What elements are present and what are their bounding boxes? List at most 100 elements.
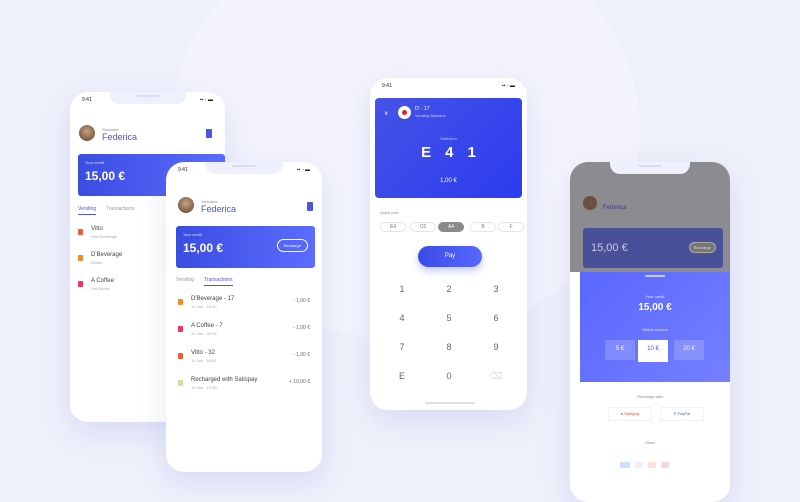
price: 1,00 € (440, 178, 457, 184)
item-sub: Vitto Beverage (91, 234, 118, 239)
quick-chip-selected[interactable]: A4 (438, 222, 464, 232)
transaction-row[interactable]: Vitto - 32 11 Jan · 18:02 - 1,00 € (178, 350, 310, 372)
status-time: 9:41 (178, 167, 188, 173)
wallet-icon[interactable] (307, 202, 313, 211)
balance-label: Your credit (183, 232, 202, 237)
keypad-key[interactable]: E (392, 371, 412, 381)
selection-code: E41 (375, 144, 522, 161)
transaction-date: 10 Jan · 12:00 (191, 385, 217, 390)
transaction-date: 12 Jan · 09:15 (191, 331, 217, 336)
machine-name: D' - 17 (415, 106, 430, 112)
user-name: Federica (201, 204, 237, 214)
keypad-key[interactable]: 1 (392, 284, 412, 294)
balance-amount: 15,00 € (591, 242, 628, 254)
balance-card: Your credit 15,00 € Recharge (176, 226, 315, 268)
pay-button[interactable]: Pay (418, 246, 482, 267)
dimmed-card: 15,00 € Recharge (583, 228, 723, 268)
method-name: PayPal (677, 411, 691, 416)
method-label: Recharge with (637, 394, 663, 399)
other-label: Other (644, 440, 655, 445)
machine-logo (398, 106, 411, 119)
transaction-icon (178, 380, 183, 386)
item-title: D'Beverage (91, 252, 123, 258)
transaction-amount: - 1,00 € (293, 352, 310, 358)
pay-header: ∨ D' - 17 Vending Machine Selection E41 … (375, 98, 522, 198)
transaction-row[interactable]: D'Beverage - 17 12 Jan · 10:20 - 1,00 € (178, 296, 310, 318)
method-name: Satispay (624, 411, 640, 416)
transaction-icon (178, 353, 183, 359)
user-name: Federica (603, 205, 627, 211)
home-indicator (425, 402, 475, 404)
code-digit: 1 (467, 144, 476, 161)
phone-recharge: Federica 15,00 € Recharge Your credit 15… (570, 162, 730, 502)
balance-amount: 15,00 € (183, 241, 224, 255)
amount-option-selected[interactable]: 10 € (638, 340, 668, 362)
transaction-amount: + 10,00 € (289, 379, 310, 385)
transaction-amount: - 1,00 € (293, 298, 310, 304)
transaction-title: Recharged with Satispay (191, 377, 258, 383)
user-name: Federica (102, 132, 138, 142)
balance-label: Your credit (85, 160, 104, 165)
keypad-key[interactable]: 9 (486, 342, 506, 352)
item-sub: Hot Drinks (91, 286, 110, 291)
code-digit: E (421, 144, 432, 161)
keypad-key[interactable]: 5 (439, 313, 459, 323)
avatar (178, 197, 194, 213)
keypad-key[interactable]: 4 (392, 313, 412, 323)
tab-transactions[interactable]: Transactions (204, 277, 233, 286)
selection-label: Selection (440, 136, 457, 141)
status-time: 9:41 (82, 97, 92, 103)
satispay-button[interactable]: ● Satispay (608, 407, 652, 421)
balance-amount: 15,00 € (85, 169, 126, 183)
transaction-date: 11 Jan · 18:02 (191, 358, 217, 363)
keypad-key[interactable]: 0 (439, 371, 459, 381)
machine-icon (78, 281, 83, 287)
phone-pay: 9:41 ▪▪ ◦ ▬ ∨ D' - 17 Vending Machine Sel… (370, 78, 527, 410)
phone-transactions: 9:41 ▪▪ ◦ ▬ Welcome Federica Your credit … (166, 162, 322, 472)
tab-vending[interactable]: Vending (176, 277, 194, 286)
tab-vending[interactable]: Vending (78, 206, 97, 215)
recharge-button: Recharge (688, 242, 716, 253)
keypad-key[interactable]: 6 (486, 313, 506, 323)
transaction-title: Vitto - 32 (191, 350, 215, 356)
transaction-row[interactable]: A Coffee - 7 12 Jan · 09:15 - 1,00 € (178, 323, 310, 345)
wallet-icon[interactable] (206, 129, 212, 138)
status-time: 9:41 (382, 83, 392, 89)
keypad-key[interactable]: 8 (439, 342, 459, 352)
quick-chip[interactable]: F (498, 222, 524, 232)
tab-transactions[interactable]: Transactions (106, 206, 134, 215)
item-sub: Drinks (91, 260, 103, 265)
amount-option[interactable]: 20 € (674, 340, 704, 360)
chevron-down-icon[interactable]: ∨ (384, 110, 388, 117)
keypad-key[interactable]: 2 (439, 284, 459, 294)
quick-chip[interactable]: B (470, 222, 496, 232)
keypad-key[interactable]: 3 (486, 284, 506, 294)
paypal-button[interactable]: P PayPal (660, 407, 704, 421)
transaction-date: 12 Jan · 10:20 (191, 304, 217, 309)
transaction-title: A Coffee - 7 (191, 323, 223, 329)
credit-amount: 15,00 € (638, 302, 672, 313)
code-digit: 4 (445, 144, 454, 161)
quick-pick-label: Quick pick (380, 210, 399, 215)
quick-chip[interactable]: E4 (380, 222, 406, 232)
machine-icon (78, 229, 83, 235)
machine-sub: Vending Machine (415, 113, 446, 118)
item-title: Vitto (91, 226, 103, 232)
keypad-key[interactable]: 7 (392, 342, 412, 352)
amount-option[interactable]: 5 € (605, 340, 635, 360)
transaction-row[interactable]: Recharged with Satispay 10 Jan · 12:00 + 1… (178, 377, 310, 399)
machine-icon (78, 255, 83, 261)
recharge-button[interactable]: Recharge (276, 239, 308, 252)
transaction-amount: - 1,00 € (293, 325, 310, 331)
credit-label: Your credit (645, 294, 665, 299)
card-icons (620, 462, 669, 468)
transaction-icon (178, 326, 183, 332)
select-amount-label: Select amount (642, 327, 668, 332)
dimmed-background: Federica 15,00 € Recharge (570, 162, 730, 272)
sheet-handle[interactable] (645, 275, 665, 277)
item-title: A Coffee (91, 278, 114, 284)
transaction-title: D'Beverage - 17 (191, 296, 235, 302)
transaction-icon (178, 299, 183, 305)
quick-chip[interactable]: C6 (410, 222, 436, 232)
keypad-key[interactable]: ⌫ (486, 371, 506, 382)
